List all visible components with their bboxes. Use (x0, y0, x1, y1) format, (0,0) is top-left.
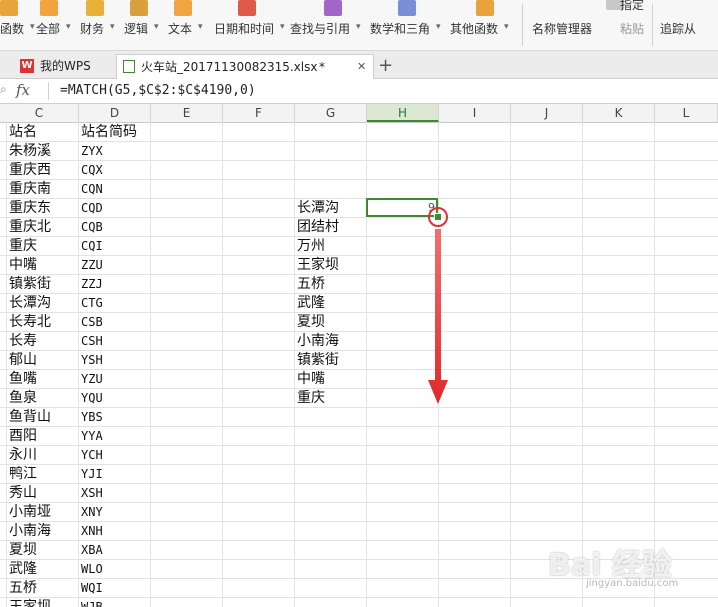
drag-down-arrow-annotation (428, 229, 448, 404)
baidu-watermark-url: jingyan.baidu.com (586, 578, 679, 589)
